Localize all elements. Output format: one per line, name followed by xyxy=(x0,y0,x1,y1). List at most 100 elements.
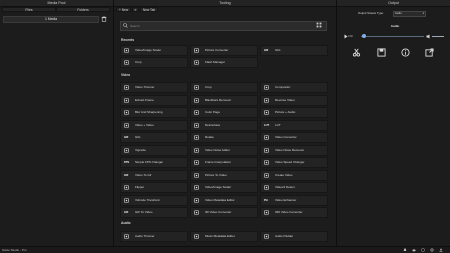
notifications-icon[interactable] xyxy=(403,248,407,252)
tool-button[interactable]: FPS Simple FPS Changer xyxy=(120,157,188,168)
tool-button[interactable]: Audio Trimmer xyxy=(120,231,188,242)
tool-button[interactable]: Video + Video xyxy=(120,119,188,131)
tab-new-tab[interactable]: New Tab xyxy=(139,7,159,12)
tool-label: Video Speed Changer xyxy=(275,160,305,164)
tab-close[interactable]: ✕ xyxy=(132,7,139,12)
seek-bar[interactable] xyxy=(361,36,424,37)
tool-button[interactable]: GIF GIG xyxy=(260,45,328,56)
tool-label: GIF To Video xyxy=(135,210,153,214)
tool-button[interactable]: LUT LUT xyxy=(260,119,328,131)
gif-video-text-icon: GIF xyxy=(124,211,129,214)
tool-button[interactable]: 360 Video Converter xyxy=(260,207,328,218)
tool-button[interactable]: Crop xyxy=(190,82,258,93)
tool-button[interactable]: Video Speed Changer xyxy=(260,157,328,168)
tool-button[interactable]: Blur And Sharpening xyxy=(120,107,188,118)
tool-button[interactable]: Crop xyxy=(120,57,188,68)
media-title: Audio xyxy=(390,24,400,28)
tool-button[interactable]: Flipper xyxy=(120,182,188,193)
gif-text-icon: GIF xyxy=(124,136,129,139)
tool-button[interactable]: Reverse Video xyxy=(260,94,328,106)
crop-icon xyxy=(194,85,199,90)
seek-handle[interactable] xyxy=(362,34,367,38)
tab-folders[interactable]: Folders xyxy=(56,7,110,12)
search-input[interactable]: Search xyxy=(120,21,327,31)
divider-left[interactable] xyxy=(113,0,114,247)
info-icon[interactable] xyxy=(401,48,410,57)
reverse-icon xyxy=(264,97,269,103)
grid-view-icon[interactable] xyxy=(316,22,322,28)
save-icon[interactable] xyxy=(377,48,386,57)
cloud-icon[interactable] xyxy=(412,248,416,252)
divider-right[interactable] xyxy=(336,0,337,247)
tool-button[interactable]: Video Trimmer xyxy=(120,82,188,93)
tool-button[interactable]: Rotate xyxy=(190,132,258,143)
tool-label: Music Metadata Editor xyxy=(205,234,235,238)
help-icon[interactable] xyxy=(421,248,425,252)
tool-button[interactable]: Audio Padder xyxy=(260,231,328,242)
convert-icon xyxy=(264,135,269,140)
tool-button[interactable]: Picture To Video xyxy=(190,169,258,181)
media-pool-tabs: Files Folders xyxy=(2,7,110,12)
tab-new[interactable]: + New xyxy=(116,7,132,12)
tool-button[interactable]: Video/Image Scaler xyxy=(120,45,188,56)
tool-label: Color Page xyxy=(205,110,221,114)
detect-icon xyxy=(264,185,269,190)
tool-button[interactable]: PH Video Enhancer xyxy=(260,194,328,206)
trash-icon[interactable] xyxy=(101,16,107,22)
tool-button[interactable]: Video Converter xyxy=(260,132,328,143)
tool-button[interactable]: Video/4 Detect xyxy=(260,182,328,193)
video-gif-text-icon: GIF xyxy=(124,173,129,177)
tool-button[interactable]: Compositor xyxy=(260,82,328,93)
tool-label: Audio Trimmer xyxy=(135,234,155,238)
tool-label: Deinterlace xyxy=(205,122,221,127)
tool-button[interactable]: Picture Converter xyxy=(190,45,258,56)
stream-type-select[interactable]: Audio ▾ xyxy=(393,11,426,17)
tool-label: Create Video xyxy=(275,172,293,177)
tool-button[interactable]: Blackbars Remover xyxy=(190,94,258,106)
tool-label: Picture + Audio xyxy=(275,110,296,114)
tool-button[interactable]: Music Metadata Editor xyxy=(190,231,258,242)
tool-label: Reverse Video xyxy=(275,97,295,102)
tool-button[interactable]: Video Noise Remover xyxy=(260,144,328,156)
tool-button[interactable]: 3D Video Converter xyxy=(190,207,258,218)
tool-button[interactable]: Flash Manager xyxy=(190,57,258,68)
rotate-icon xyxy=(194,135,199,140)
tool-button[interactable]: Video Metadata Editor xyxy=(190,194,258,206)
settings-icon[interactable] xyxy=(430,248,434,252)
stream-type-label: Output Stream Type: xyxy=(358,11,384,15)
output-title: Output xyxy=(337,0,450,7)
tool-button[interactable]: Vignette xyxy=(120,144,188,156)
media-pool-title: Media Pool xyxy=(0,0,113,7)
open-external-icon[interactable] xyxy=(425,48,434,57)
tool-button[interactable]: GIF GIG xyxy=(120,132,188,143)
tool-button[interactable]: GIF Video To Gif xyxy=(120,169,188,181)
lut-text-icon: LUT xyxy=(264,123,270,127)
tool-button[interactable]: Vidcode Transform xyxy=(120,194,188,206)
volume-slider[interactable] xyxy=(432,36,444,37)
tab-files[interactable]: Files xyxy=(2,7,56,12)
tool-button[interactable]: Color Page xyxy=(190,107,258,118)
tool-label: Frame Interpolation xyxy=(205,160,232,164)
media-count-field[interactable]: 1 Media xyxy=(3,16,99,23)
account-icon[interactable] xyxy=(439,248,443,252)
tool-button[interactable]: Deinterlace xyxy=(190,119,258,131)
tool-label: LUT xyxy=(275,122,281,127)
tool-button[interactable]: GIF GIF To Video xyxy=(120,207,188,218)
tool-label: Blur And Sharpening xyxy=(135,110,163,114)
tool-label: 360 Video Converter xyxy=(275,210,303,214)
tool-tab-bar: + New ✕ New Tab xyxy=(116,7,159,12)
volume-icon[interactable] xyxy=(426,34,431,39)
audio-player: 0:00 xyxy=(343,33,447,40)
tool-button[interactable]: Picture + Audio xyxy=(260,107,328,118)
tool-button[interactable]: Frame Interpolation xyxy=(190,157,258,168)
transform-icon xyxy=(124,197,129,203)
stream-type-value: Audio xyxy=(395,12,402,15)
tool-button[interactable]: Create Video xyxy=(260,169,328,181)
tool-button[interactable]: Video Noise Adder xyxy=(190,144,258,156)
tool-button[interactable]: Extract Frame xyxy=(120,94,188,106)
tool-label: Video Noise Remover xyxy=(275,147,305,152)
plus-icon xyxy=(124,122,129,128)
tool-label: 3D Video Converter xyxy=(205,210,232,214)
tool-button[interactable]: Video/Image Scaler xyxy=(190,182,258,193)
cut-icon[interactable] xyxy=(352,48,361,57)
